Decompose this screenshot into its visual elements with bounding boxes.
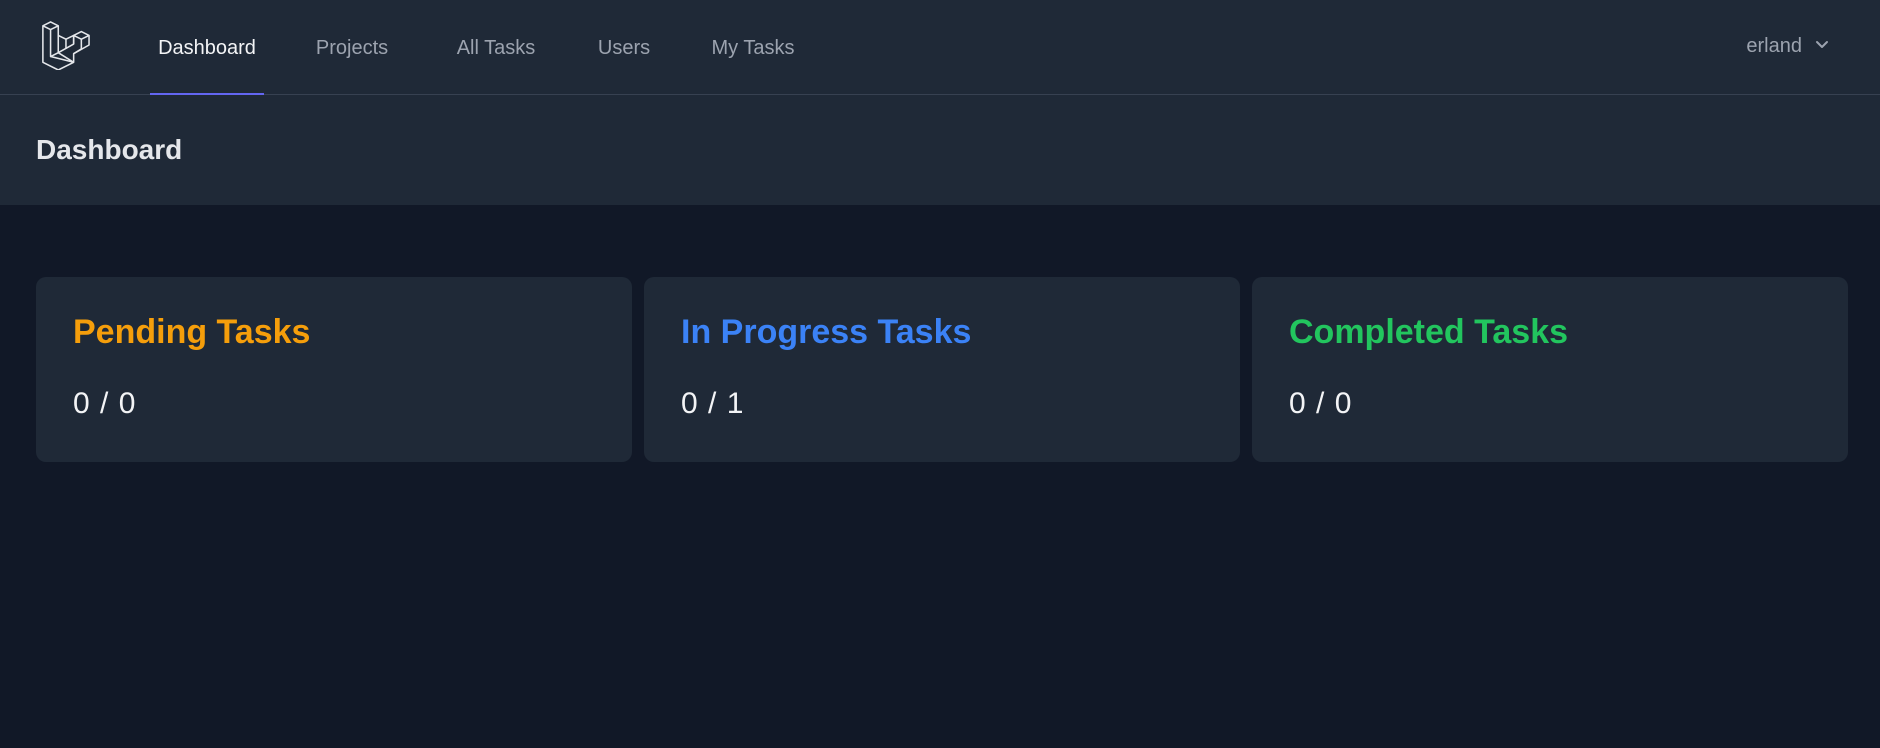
chevron-down-icon [1814,35,1830,58]
page-header: Dashboard [0,95,1880,205]
card-title: In Progress Tasks [681,313,972,351]
task-summary-cards: Pending Tasks 0 / 0 In Progress Tasks 0 … [36,277,1848,462]
user-name: erland [1746,34,1802,57]
card-title: Completed Tasks [1289,313,1569,351]
user-menu-dropdown[interactable]: erland [1746,0,1830,92]
card-value: 0 / 0 [1289,387,1353,420]
top-navigation: Dashboard Projects All Tasks Users My Ta… [0,0,1880,96]
card-title: Pending Tasks [73,313,311,351]
nav-users[interactable]: Users [596,0,652,95]
page-title: Dashboard [36,134,183,165]
card-value: 0 / 1 [681,387,745,420]
nav-projects[interactable]: Projects [312,0,392,95]
in-progress-tasks-card: In Progress Tasks 0 / 1 [644,277,1240,462]
card-value: 0 / 0 [73,387,137,420]
completed-tasks-card: Completed Tasks 0 / 0 [1252,277,1848,462]
laravel-logo-icon[interactable] [40,20,90,71]
pending-tasks-card: Pending Tasks 0 / 0 [36,277,632,462]
nav-all-tasks[interactable]: All Tasks [455,0,537,95]
nav-dashboard[interactable]: Dashboard [150,0,264,96]
nav-my-tasks[interactable]: My Tasks [709,0,797,95]
